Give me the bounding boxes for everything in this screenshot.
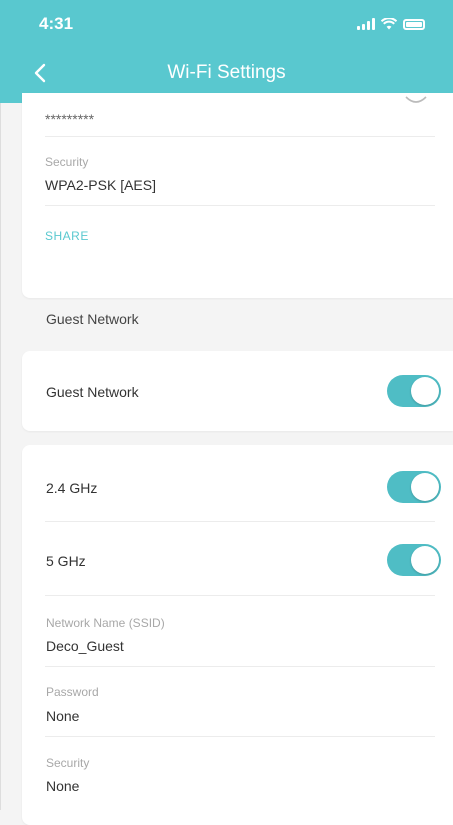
divider [45,736,435,737]
toggle-knob [411,546,439,574]
band-5-toggle[interactable] [387,544,441,576]
guest-security-label: Security [46,756,90,770]
status-bar: 4:31 [0,0,453,44]
status-time: 4:31 [39,14,74,33]
guest-network-toggle[interactable] [387,375,441,407]
header-bar: 4:31 Wi-Fi Settings [0,0,453,103]
ssid-value: Deco_Guest [46,638,124,654]
band-24-label: 2.4 GHz [46,480,98,496]
guest-security-value: None [46,778,80,794]
share-button[interactable]: SHARE [45,229,89,243]
guest-network-card: Guest Network [22,351,453,431]
main-security-label: Security [45,155,89,169]
main-password-value: ********* [45,111,95,127]
eye-icon[interactable] [405,93,427,109]
band-24-toggle[interactable] [387,471,441,503]
divider [45,521,435,522]
battery-icon [403,18,425,30]
main-security-value: WPA2-PSK [AES] [45,177,156,193]
guest-password-value: None [46,708,80,724]
divider [45,205,435,206]
ssid-label: Network Name (SSID) [46,616,165,630]
content-area: ********* Security WPA2-PSK [AES] SHARE … [0,93,453,825]
toggle-knob [411,377,439,405]
signal-icon [357,18,375,30]
divider [45,595,435,596]
band-5-label: 5 GHz [46,553,86,569]
wifi-icon [381,18,397,30]
main-network-card: ********* Security WPA2-PSK [AES] SHARE [22,93,453,298]
guest-bands-card: 2.4 GHz 5 GHz Network Name (SSID) Deco_G… [22,445,453,825]
divider [45,136,435,137]
toggle-knob [411,473,439,501]
guest-password-label: Password [46,685,99,699]
guest-section-title: Guest Network [46,311,139,327]
guest-network-label: Guest Network [46,384,139,400]
page-title: Wi-Fi Settings [167,62,286,83]
status-icons [357,18,425,30]
nav-row: Wi-Fi Settings [0,52,453,92]
divider [45,666,435,667]
